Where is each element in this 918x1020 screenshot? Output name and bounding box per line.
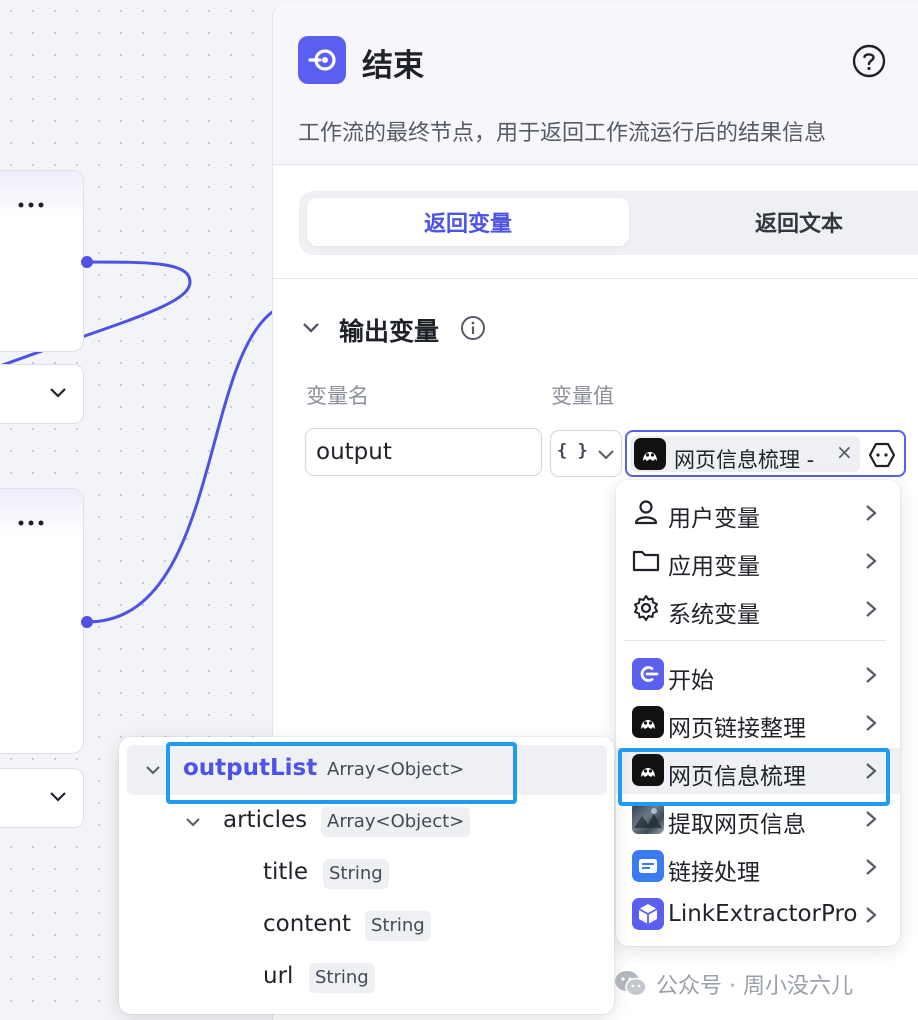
tree-row-name: title: [263, 859, 308, 885]
reference-type-icon: { }: [557, 441, 588, 461]
output-port[interactable]: [81, 616, 93, 628]
close-icon[interactable]: ×: [836, 440, 853, 464]
watermark: 公众号 · 周小没六儿: [614, 966, 853, 1002]
ghost-icon: [634, 438, 666, 470]
chevron-down-icon: [50, 388, 66, 398]
reference-chip-label: 网页信息梳理 -: [674, 448, 815, 472]
type-badge: String: [323, 859, 389, 889]
more-icon[interactable]: [17, 519, 45, 527]
more-icon[interactable]: [17, 201, 45, 209]
tree-row-name: articles: [223, 807, 308, 833]
collapse-chevron-icon[interactable]: [301, 318, 321, 338]
menu-item-label: 网页链接整理: [668, 716, 806, 742]
watermark-text: 公众号 · 周小没六儿: [656, 974, 853, 999]
menu-item-label: LinkExtractorPro: [668, 901, 858, 927]
gear-icon: [634, 595, 658, 621]
variable-source-menu: 用户变量 应用变量 系统变量 开始 网页链接整理 网页信息梳理 提取网页信息 链…: [616, 480, 900, 946]
start-node-icon: [632, 658, 664, 690]
menu-divider: [624, 640, 886, 641]
chevron-right-icon: [866, 505, 877, 521]
menu-item-linkextractorpro[interactable]: LinkExtractorPro: [616, 892, 900, 938]
chevron-down-icon[interactable]: [185, 814, 201, 830]
column-header-value: 变量值: [551, 384, 614, 408]
ghost-icon: [632, 706, 664, 738]
chevron-right-icon: [866, 601, 877, 617]
menu-item-start[interactable]: 开始: [616, 652, 900, 698]
chevron-down-icon: [50, 792, 66, 802]
menu-item-label: 开始: [668, 668, 714, 694]
menu-item-label: 链接处理: [668, 860, 760, 886]
tab-return-text[interactable]: 返回文本: [629, 198, 918, 246]
chevron-right-icon: [866, 859, 877, 875]
menu-item-label: 应用变量: [668, 554, 760, 580]
tree-row-name: content: [263, 911, 352, 937]
chevron-down-icon: [598, 450, 614, 460]
help-icon[interactable]: [852, 44, 886, 78]
type-badge: Array<Object>: [321, 807, 471, 837]
workflow-node[interactable]: [0, 488, 84, 754]
tree-row-url[interactable]: url String: [127, 953, 607, 1003]
tree-row-title[interactable]: title String: [127, 849, 607, 899]
highlight-box-outputlist: [166, 742, 517, 804]
node-dropdown[interactable]: [0, 768, 84, 828]
menu-item-app-variables[interactable]: 应用变量: [616, 538, 900, 584]
variable-picker-icon[interactable]: [867, 440, 897, 470]
menu-item-system-variables[interactable]: 系统变量: [616, 586, 900, 632]
image-thumbnail-icon: [632, 802, 664, 834]
info-icon[interactable]: [460, 315, 486, 341]
panel-header: 结束 工作流的最终节点，用于返回工作流运行后的结果信息: [273, 2, 918, 165]
type-badge: String: [309, 963, 375, 993]
folder-icon: [632, 550, 660, 572]
tree-row-articles[interactable]: articles Array<Object>: [127, 797, 607, 847]
chevron-right-icon: [866, 553, 877, 569]
cube-icon: [632, 898, 664, 930]
value-type-select[interactable]: { }: [550, 430, 622, 477]
chevron-right-icon: [866, 667, 877, 683]
type-badge: String: [365, 911, 431, 941]
chevron-right-icon: [866, 811, 877, 827]
menu-item-label: 系统变量: [668, 602, 760, 628]
str-icon: [632, 850, 664, 882]
variable-value-field[interactable]: 网页信息梳理 - ×: [625, 430, 906, 477]
tree-row-name: url: [263, 963, 294, 989]
chevron-down-icon[interactable]: [145, 762, 161, 778]
wechat-icon: [615, 971, 647, 997]
menu-item-label: 提取网页信息: [668, 812, 806, 838]
tree-row-content[interactable]: content String: [127, 901, 607, 951]
menu-item-user-variables[interactable]: 用户变量: [616, 490, 900, 536]
node-dropdown[interactable]: [0, 364, 84, 424]
workflow-node[interactable]: [0, 170, 84, 352]
chevron-right-icon: [866, 907, 877, 923]
divider: [273, 278, 918, 279]
panel-description: 工作流的最终节点，用于返回工作流运行后的结果信息: [298, 121, 827, 146]
column-header-name: 变量名: [306, 384, 369, 408]
menu-item-link-processing[interactable]: 链接处理: [616, 844, 900, 890]
chevron-right-icon: [866, 715, 877, 731]
end-node-icon: [298, 36, 346, 84]
variable-name-input[interactable]: [305, 428, 542, 476]
output-port[interactable]: [81, 256, 93, 268]
tab-return-variables[interactable]: 返回变量: [307, 198, 629, 246]
user-icon: [634, 500, 658, 525]
section-title: 输出变量: [339, 317, 440, 346]
return-mode-tabs: 返回变量 返回文本: [299, 191, 918, 255]
highlight-box-menu-item: [618, 748, 890, 806]
reference-chip[interactable]: 网页信息梳理 - ×: [630, 436, 860, 472]
panel-title: 结束: [362, 48, 424, 84]
menu-item-web-link-organize[interactable]: 网页链接整理: [616, 700, 900, 746]
menu-item-label: 用户变量: [668, 506, 760, 532]
